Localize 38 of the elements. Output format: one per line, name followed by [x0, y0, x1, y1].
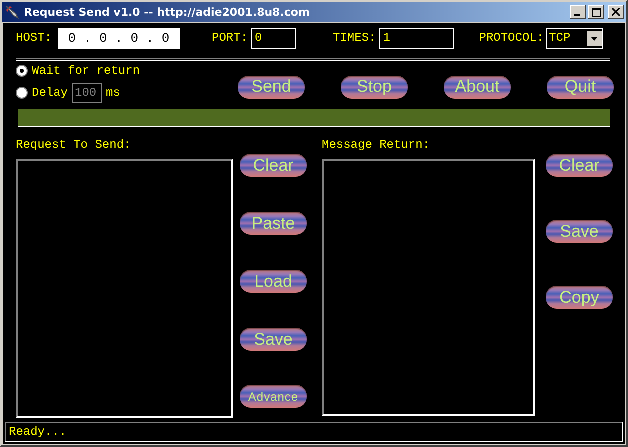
response-button[interactable]: Save	[546, 220, 613, 243]
request-label: Request To Send:	[16, 138, 132, 152]
action-button[interactable]: Quit	[547, 76, 614, 98]
request-button[interactable]: Paste	[240, 212, 307, 235]
request-button[interactable]: Clear	[240, 154, 307, 177]
radio-button[interactable]	[16, 64, 28, 76]
request-button[interactable]: Load	[240, 270, 307, 293]
option-label: Delay	[32, 86, 68, 100]
action-button[interactable]: About	[444, 76, 511, 98]
request-button[interactable]: Save	[240, 328, 307, 351]
action-button[interactable]: Stop	[341, 76, 408, 98]
option-label: Wait for return	[32, 64, 140, 78]
times-label: TIMES:	[333, 31, 376, 45]
response-button[interactable]: Copy	[546, 286, 613, 309]
response-label: Message Return:	[322, 138, 432, 152]
host-field[interactable]: 0 . 0 . 0 . 0	[58, 28, 180, 48]
maximize-icon	[592, 8, 600, 16]
host-label: HOST:	[16, 31, 52, 45]
action-button[interactable]: Send	[238, 76, 305, 98]
unit-label: ms	[106, 86, 120, 100]
request-button[interactable]: Advance	[240, 385, 307, 408]
response-button[interactable]: Clear	[546, 154, 613, 177]
protocol-label: PROTOCOL:	[479, 31, 544, 45]
radio-button[interactable]	[16, 86, 28, 98]
request-text-area[interactable]	[16, 159, 233, 418]
response-text-area[interactable]	[322, 159, 535, 416]
window-title: Request Send v1.0 -- http://adie2001.8u8.com	[24, 6, 311, 18]
protocol-dropdown[interactable]: TCP	[546, 28, 604, 48]
rocket-icon	[4, 4, 20, 20]
delay-field[interactable]: 100	[72, 82, 102, 102]
close-icon	[612, 8, 620, 16]
maximize-button[interactable]	[588, 5, 604, 19]
close-button[interactable]	[608, 5, 624, 19]
status-text: Ready...	[9, 425, 67, 439]
minimize-button[interactable]	[570, 5, 586, 19]
port-label: PORT:	[212, 31, 248, 45]
times-field[interactable]: 1	[379, 28, 454, 48]
port-field[interactable]: 0	[251, 28, 296, 48]
